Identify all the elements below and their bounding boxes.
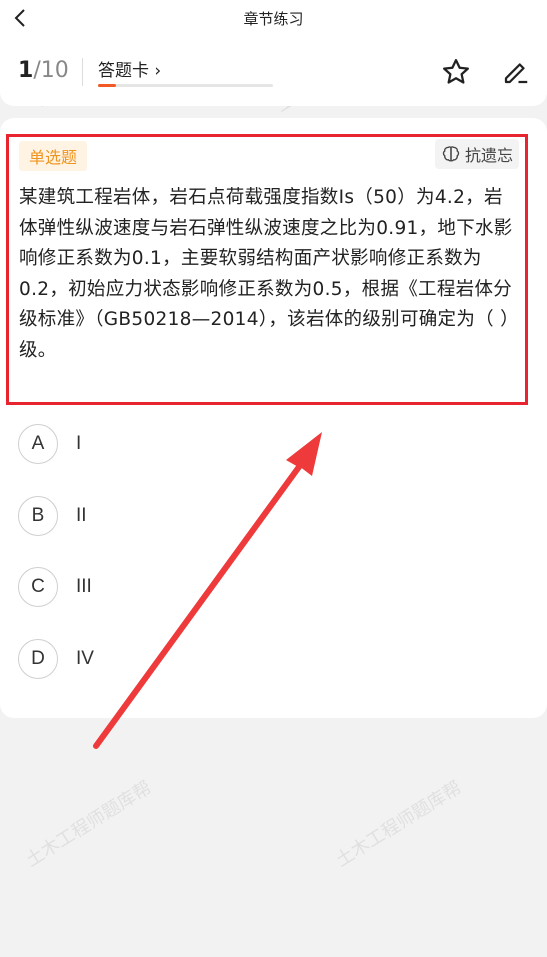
note-button[interactable] (500, 56, 532, 88)
divider (82, 58, 83, 86)
chevron-left-icon (14, 9, 25, 27)
options-list: A I B II C III D IV (18, 422, 518, 708)
question-card: 单选题 抗遗忘 某建筑工程岩体，岩石点荷载强度指数Is（50）为4.2，岩体弹性… (0, 118, 547, 718)
anti-forget-label: 抗遗忘 (464, 146, 513, 165)
total-questions: /10 (33, 58, 69, 83)
top-nav-bar: 章节练习 (0, 0, 547, 36)
option-c[interactable]: C III (18, 565, 518, 609)
option-text: IV (76, 647, 94, 669)
progress-fill (98, 84, 116, 87)
answer-card-button[interactable]: 答题卡 › (98, 56, 161, 81)
question-counter: 1/10 (18, 58, 69, 83)
option-text: I (76, 433, 82, 454)
star-icon (443, 59, 469, 84)
question-text: 某建筑工程岩体，岩石点荷载强度指数Is（50）为4.2，岩体弹性纵波速度与岩石弹… (19, 187, 519, 361)
favorite-button[interactable] (440, 56, 472, 88)
back-button[interactable] (8, 6, 32, 30)
page: 土木工程师题库帮 土木工程师题库帮 土木工程师题库帮 土木工程师题库帮 土木工程… (0, 0, 547, 957)
option-text: III (76, 576, 92, 597)
progress-bar (98, 84, 273, 87)
option-letter: D (18, 638, 58, 679)
question-header: 1/10 答题卡 › (0, 36, 547, 106)
current-question-number: 1 (18, 58, 34, 83)
option-letter: B (18, 495, 58, 536)
watermark: 土木工程师题库帮 (22, 777, 156, 872)
option-letter: C (18, 567, 58, 607)
option-letter: A (18, 424, 58, 464)
question-highlight-box: 单选题 抗遗忘 某建筑工程岩体，岩石点荷载强度指数Is（50）为4.2，岩体弹性… (6, 134, 528, 405)
pencil-icon (504, 63, 528, 84)
page-title: 章节练习 (243, 9, 304, 28)
watermark: 土木工程师题库帮 (332, 777, 466, 872)
option-d[interactable]: D IV (18, 637, 518, 681)
option-text: II (76, 504, 87, 526)
anti-forget-button[interactable]: 抗遗忘 (434, 139, 519, 169)
option-b[interactable]: B II (18, 494, 518, 538)
question-type-badge: 单选题 (19, 141, 88, 171)
brain-icon (442, 146, 460, 162)
option-a[interactable]: A I (18, 422, 518, 466)
